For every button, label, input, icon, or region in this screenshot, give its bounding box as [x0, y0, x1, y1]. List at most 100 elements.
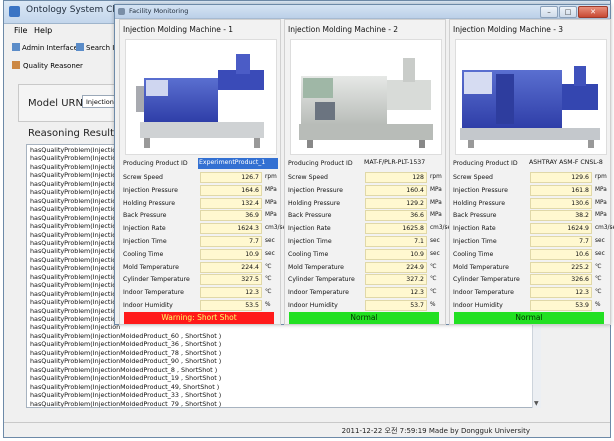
product-id-field[interactable]: ExperimentProduct_1 — [198, 158, 278, 169]
property-unit: ℃ — [595, 276, 602, 283]
machine-photo-frame — [290, 39, 442, 155]
machine-3-panel: Injection Molding Machine - 3 Producing P… — [449, 19, 614, 325]
property-row: Cylinder Temperature 327.5 ℃ — [120, 274, 280, 286]
result-line: hasQualityProblem(Injection — [30, 213, 121, 222]
property-value: 1625.8 — [365, 223, 427, 235]
property-label: Injection Pressure — [123, 186, 178, 194]
machine-status: Warning: Short Shot — [124, 312, 274, 324]
property-row: Indoor Humidity 53.9% — [450, 300, 610, 312]
tab-quality-reasoner[interactable]: Quality Reasoner — [12, 61, 83, 70]
property-value: 160.4 — [365, 184, 427, 196]
product-id-label: Producing Product ID — [453, 160, 518, 167]
property-value: 326.6 — [530, 274, 592, 286]
menu-help[interactable]: Help — [34, 26, 52, 35]
facility-title-bar[interactable]: Facility Monitoring – □ ✕ — [115, 5, 610, 19]
close-button[interactable]: ✕ — [578, 6, 608, 18]
result-line: hasQualityProblem(Injection — [30, 281, 121, 290]
toolbar: Admin Interface Search Int — [4, 39, 124, 57]
window-controls: – □ ✕ — [540, 6, 608, 18]
result-line: hasQualityProblem(InjectionMoldedProduct… — [30, 382, 220, 391]
property-row: Cylinder Temperature 326.6 ℃ — [450, 274, 610, 286]
property-value: 161.8 — [530, 184, 592, 196]
product-id-field[interactable]: MAT-F/PLR-PLT-1537 — [363, 158, 443, 169]
property-label: Indoor Temperature — [453, 289, 514, 297]
property-value: 1624.3 — [200, 223, 262, 235]
property-row: Holding Pressure 130.6 MPa — [450, 197, 610, 210]
property-label: Mold Temperature — [123, 263, 179, 271]
product-id-field[interactable]: ASHTRAY ASM-F CNSL-8 — [528, 158, 608, 169]
product-id-row: Producing Product ID MAT-F/PLR-PLT-1537 — [285, 158, 445, 170]
facility-window-title: Facility Monitoring — [129, 7, 189, 15]
property-unit: MPa — [265, 186, 277, 193]
property-value: 36.6 — [365, 210, 427, 222]
property-unit: rpm — [430, 174, 442, 180]
property-value: 12.3 — [200, 287, 262, 299]
property-label: Injection Rate — [453, 225, 496, 233]
machine-photo-frame — [455, 39, 607, 155]
menu-file[interactable]: File — [14, 26, 27, 35]
property-label: Back Pressure — [453, 212, 497, 220]
machine-title: Injection Molding Machine - 1 — [123, 25, 234, 34]
machine-photo — [126, 40, 276, 154]
property-value: 10.6 — [530, 248, 592, 260]
property-row: Injection Time 7.1 sec — [285, 236, 445, 248]
property-label: Screw Speed — [453, 174, 493, 181]
scroll-down-icon[interactable]: ▼ — [534, 401, 540, 407]
property-value: 132.4 — [200, 197, 262, 209]
machine-photo — [291, 40, 441, 154]
result-line: hasQualityProblem(InjectionMoldedProduct… — [30, 331, 222, 340]
property-unit: ℃ — [595, 263, 602, 270]
property-row: Screw Speed 126.7 rpm — [120, 172, 280, 184]
machine-photo-frame — [125, 39, 277, 155]
property-label: Indoor Humidity — [288, 302, 338, 309]
property-value: 36.9 — [200, 210, 262, 222]
property-label: Injection Pressure — [453, 186, 508, 194]
property-unit: MPa — [595, 199, 607, 206]
machine-1-panel: Injection Molding Machine - 1 Producing P… — [119, 19, 289, 325]
machine-title: Injection Molding Machine - 2 — [288, 25, 399, 34]
property-label: Mold Temperature — [288, 263, 344, 271]
property-value: 164.6 — [200, 184, 262, 196]
property-row: Injection Time 7.7 sec — [120, 236, 280, 248]
result-line: hasQualityProblem(Injection — [30, 205, 121, 214]
reasoning-result-title: Reasoning Result — [28, 128, 114, 139]
property-value: 327.2 — [365, 274, 427, 286]
property-row: Indoor Humidity 53.7% — [285, 300, 445, 312]
property-label: Injection Time — [453, 238, 497, 245]
property-value: 12.3 — [365, 287, 427, 299]
property-row: Back Pressure 38.2 MPa — [450, 210, 610, 222]
property-row: Injection Pressure 161.8 MPa — [450, 184, 610, 197]
property-label: Injection Pressure — [288, 186, 343, 194]
property-unit: rpm — [265, 174, 277, 180]
product-id-row: Producing Product ID ASHTRAY ASM-F CNSL-8 — [450, 158, 610, 170]
property-label: Indoor Temperature — [288, 289, 349, 297]
property-label: Screw Speed — [123, 174, 163, 181]
property-row: Mold Temperature 224.4 ℃ — [120, 261, 280, 274]
property-unit: MPa — [430, 212, 442, 219]
property-value: 130.6 — [530, 197, 592, 209]
property-row: Indoor Temperature 12.3 ℃ — [120, 287, 280, 299]
product-id-label: Producing Product ID — [288, 160, 353, 167]
maximize-button[interactable]: □ — [559, 6, 577, 18]
property-label: Injection Rate — [123, 225, 166, 233]
result-line: hasQualityProblem(Injection — [30, 196, 121, 205]
result-line: hasQualityProblem(Injection — [30, 162, 121, 171]
result-line: hasQualityProblem(Injection — [30, 272, 121, 281]
minimize-button[interactable]: – — [540, 6, 558, 18]
model-urn-label: Model URN : — [28, 98, 90, 109]
result-line: hasQualityProblem(InjectionMoldedProduct… — [30, 391, 222, 400]
property-label: Indoor Humidity — [123, 302, 173, 309]
result-line: hasQualityProblem(Injection — [30, 188, 121, 197]
result-line: hasQualityProblem(Injection — [30, 146, 121, 154]
property-unit: sec — [265, 238, 275, 244]
property-value: 1624.9 — [530, 223, 592, 235]
machine-title: Injection Molding Machine - 3 — [453, 25, 564, 34]
property-label: Indoor Humidity — [453, 302, 503, 309]
result-line: hasQualityProblem(InjectionMoldedProduct… — [30, 340, 222, 349]
facility-monitoring-window: Facility Monitoring – □ ✕ Injection Mold… — [114, 4, 614, 325]
property-label: Mold Temperature — [453, 263, 509, 271]
menu-bar: File Help — [4, 23, 124, 39]
admin-interface-button[interactable]: Admin Interface — [12, 43, 78, 52]
result-line: hasQualityProblem(Injection — [30, 238, 121, 247]
property-label: Injection Time — [123, 238, 167, 245]
